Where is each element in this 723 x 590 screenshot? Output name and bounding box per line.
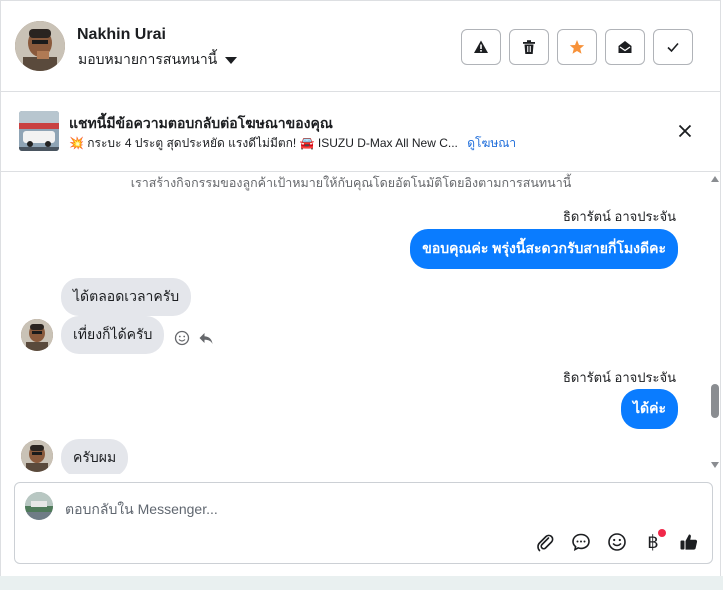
scroll-up-arrow[interactable] — [711, 176, 719, 182]
mark-unread-button[interactable] — [605, 29, 645, 65]
outgoing-message[interactable]: ขอบคุณค่ะ พรุ่งนี้สะดวกรับสายกี่โมงดีคะ — [410, 229, 678, 269]
envelope-open-icon — [618, 41, 632, 53]
outgoing-message[interactable]: ได้ค่ะ — [620, 389, 678, 429]
composer-toolbar: ฿ — [534, 529, 700, 553]
message-thread: เราสร้างกิจกรรมของลูกค้าเป้าหมายให้กับคุ… — [0, 172, 721, 474]
avatar[interactable] — [15, 21, 65, 71]
ad-banner-title: แชทนี้มีข้อความตอบกลับต่อโฆษณาของคุณ — [69, 115, 333, 131]
reply-icon[interactable] — [198, 330, 214, 346]
ad-summary-row: 💥 กระบะ 4 ประตู สุดประหยัด แรงดีไม่มีตก!… — [69, 134, 516, 153]
check-icon — [667, 42, 679, 53]
reply-input-placeholder[interactable]: ตอบกลับใน Messenger... — [65, 499, 218, 521]
incoming-message[interactable]: ได้ตลอดเวลาครับ — [61, 278, 192, 316]
header-actions — [461, 29, 693, 65]
warning-icon — [474, 40, 488, 53]
system-note: เราสร้างกิจกรรมของลูกค้าเป้าหมายให้กับคุ… — [130, 176, 572, 190]
mark-done-button[interactable] — [653, 29, 693, 65]
messenger-conversation-panel: Nakhin Urai มอบหมายการสนทนานี้ แชทนี้มีข… — [0, 0, 723, 590]
ad-reply-banner: แชทนี้มีข้อความตอบกลับต่อโฆษณาของคุณ 💥 ก… — [0, 92, 721, 172]
chat-bubble-icon — [572, 533, 590, 551]
delete-button[interactable] — [509, 29, 549, 65]
notification-dot — [658, 529, 666, 537]
ad-image — [19, 111, 59, 151]
sender-label: ธิดารัตน์ อาจประจัน — [562, 370, 676, 385]
thread-scrollbar[interactable] — [708, 172, 722, 474]
avatar-photo — [21, 440, 53, 472]
reply-composer[interactable]: ตอบกลับใน Messenger... ฿ — [14, 482, 713, 564]
incoming-message[interactable]: ครับผม — [61, 439, 129, 474]
contact-name: Nakhin Urai — [77, 26, 166, 43]
conversation-header: Nakhin Urai มอบหมายการสนทนานี้ — [0, 0, 721, 92]
attach-button[interactable] — [534, 531, 556, 553]
saved-reply-button[interactable] — [570, 531, 592, 553]
like-button[interactable] — [678, 531, 700, 553]
star-icon — [569, 40, 585, 54]
sender-label: ธิดารัตน์ อาจประจัน — [562, 209, 676, 224]
composer-area: ตอบกลับใน Messenger... ฿ — [0, 474, 721, 576]
avatar-photo — [21, 319, 53, 351]
page-avatar — [25, 492, 53, 520]
caret-down-icon — [225, 56, 238, 64]
baht-icon: ฿ — [647, 531, 659, 552]
emoji-button[interactable] — [606, 531, 628, 553]
ad-thumbnail[interactable] — [19, 111, 59, 151]
avatar-photo — [15, 21, 65, 71]
close-banner-button[interactable] — [674, 120, 696, 142]
report-button[interactable] — [461, 29, 501, 65]
thumbs-up-icon — [680, 534, 698, 550]
scroll-thumb[interactable] — [711, 384, 719, 418]
trash-icon — [523, 40, 535, 54]
assign-label: มอบหมายการสนทนานี้ — [78, 51, 218, 67]
emoji-icon — [608, 533, 626, 551]
page-avatar-image — [25, 492, 53, 520]
contact-avatar — [21, 319, 53, 351]
message-actions — [174, 330, 214, 346]
incoming-message[interactable]: เที่ยงก็ได้ครับ — [61, 316, 165, 354]
ad-summary-text: 💥 กระบะ 4 ประตู สุดประหยัด แรงดีไม่มีตก!… — [69, 136, 458, 150]
star-button[interactable] — [557, 29, 597, 65]
paperclip-icon — [537, 534, 554, 552]
close-icon — [678, 124, 692, 138]
react-emoji-icon[interactable] — [174, 330, 190, 346]
assign-conversation-dropdown[interactable]: มอบหมายการสนทนานี้ — [78, 49, 238, 71]
view-ad-link[interactable]: ดูโฆษณา — [467, 136, 516, 150]
bottom-strip — [0, 576, 723, 590]
scroll-down-arrow[interactable] — [711, 462, 719, 468]
payment-button[interactable]: ฿ — [642, 529, 666, 553]
contact-avatar — [21, 440, 53, 472]
